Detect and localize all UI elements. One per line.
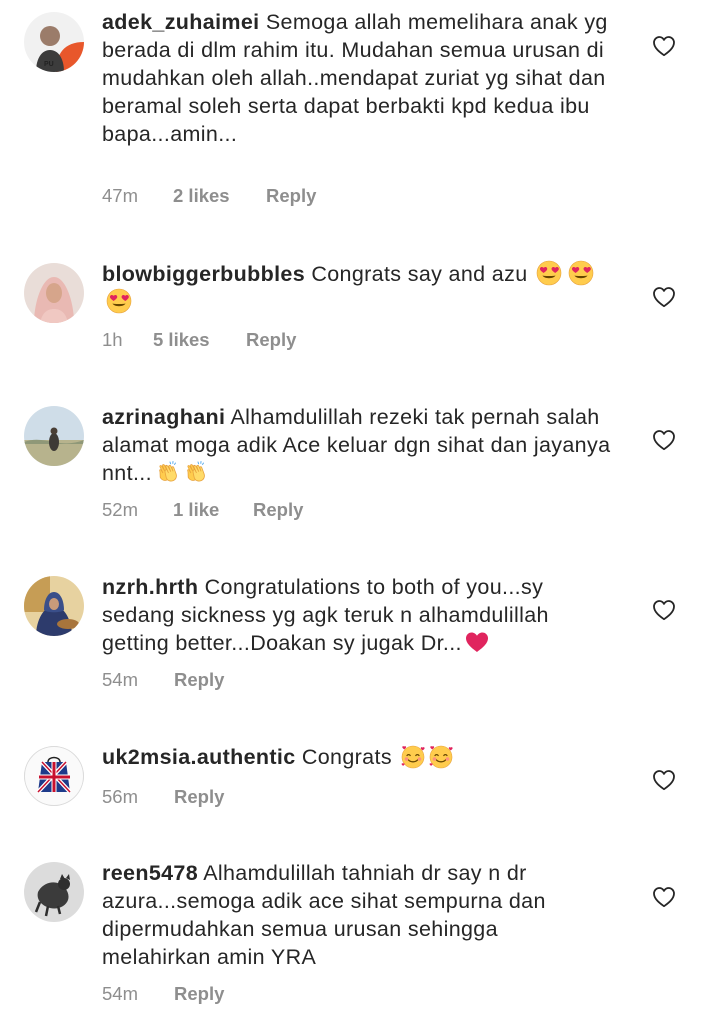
heart-eyes-emoji xyxy=(536,260,562,286)
comment-username[interactable]: adek_zuhaimei xyxy=(102,10,260,34)
comment-timestamp: 54m xyxy=(102,669,138,690)
reply-button[interactable]: Reply xyxy=(266,185,316,207)
clapping-hands-emoji xyxy=(154,459,180,485)
reply-button[interactable]: Reply xyxy=(174,786,224,808)
like-heart-icon[interactable] xyxy=(652,599,676,621)
comment-timestamp: 56m xyxy=(102,786,138,807)
comment-timestamp: 47m xyxy=(102,185,138,206)
avatar[interactable] xyxy=(24,406,84,466)
avatar[interactable] xyxy=(24,862,84,922)
comment-likes[interactable]: 5 likes xyxy=(153,329,210,351)
comment-text: blowbiggerbubbles Congrats say and azu xyxy=(102,260,612,316)
reply-button[interactable]: Reply xyxy=(174,669,224,691)
avatar[interactable] xyxy=(24,263,84,323)
avatar[interactable] xyxy=(24,746,84,806)
heart-eyes-emoji xyxy=(568,260,594,286)
reply-button[interactable]: Reply xyxy=(174,983,224,1005)
comment-likes[interactable]: 1 like xyxy=(173,499,219,521)
smiling-face-with-hearts-emoji xyxy=(400,743,426,769)
heart-eyes-emoji xyxy=(106,288,132,314)
comment-timestamp: 1h xyxy=(102,329,123,350)
svg-text:PU: PU xyxy=(44,61,54,68)
comment-likes[interactable]: 2 likes xyxy=(173,185,230,207)
like-heart-icon[interactable] xyxy=(652,769,676,791)
comment-username[interactable]: reen5478 xyxy=(102,861,198,885)
comment-username[interactable]: nzrh.hrth xyxy=(102,575,198,599)
comment-text: azrinaghani Alhamdulillah rezeki tak per… xyxy=(102,403,612,487)
avatar[interactable] xyxy=(24,576,84,636)
like-heart-icon[interactable] xyxy=(652,429,676,451)
comment-text: nzrh.hrth Congratulations to both of you… xyxy=(102,573,612,657)
reply-button[interactable]: Reply xyxy=(253,499,303,521)
comment-text: reen5478 Alhamdulillah tahniah dr say n … xyxy=(102,859,612,971)
like-heart-icon[interactable] xyxy=(652,886,676,908)
comment-username[interactable]: uk2msia.authentic xyxy=(102,745,296,769)
comment-text: uk2msia.authentic Congrats xyxy=(102,743,612,771)
comment-text: adek_zuhaimei Semoga allah memelihara an… xyxy=(102,8,612,148)
comment-username[interactable]: blowbiggerbubbles xyxy=(102,262,305,286)
comment-timestamp: 54m xyxy=(102,983,138,1004)
comment-timestamp: 52m xyxy=(102,499,138,520)
red-heart-emoji xyxy=(464,629,490,655)
reply-button[interactable]: Reply xyxy=(246,329,296,351)
avatar[interactable]: PU xyxy=(24,12,84,72)
clapping-hands-emoji xyxy=(182,459,208,485)
comment-username[interactable]: azrinaghani xyxy=(102,405,225,429)
like-heart-icon[interactable] xyxy=(652,286,676,308)
like-heart-icon[interactable] xyxy=(652,35,676,57)
smiling-face-with-hearts-emoji xyxy=(428,743,454,769)
comment-body: Congrats xyxy=(301,745,392,769)
comment-body: Congrats say and azu xyxy=(311,262,528,286)
